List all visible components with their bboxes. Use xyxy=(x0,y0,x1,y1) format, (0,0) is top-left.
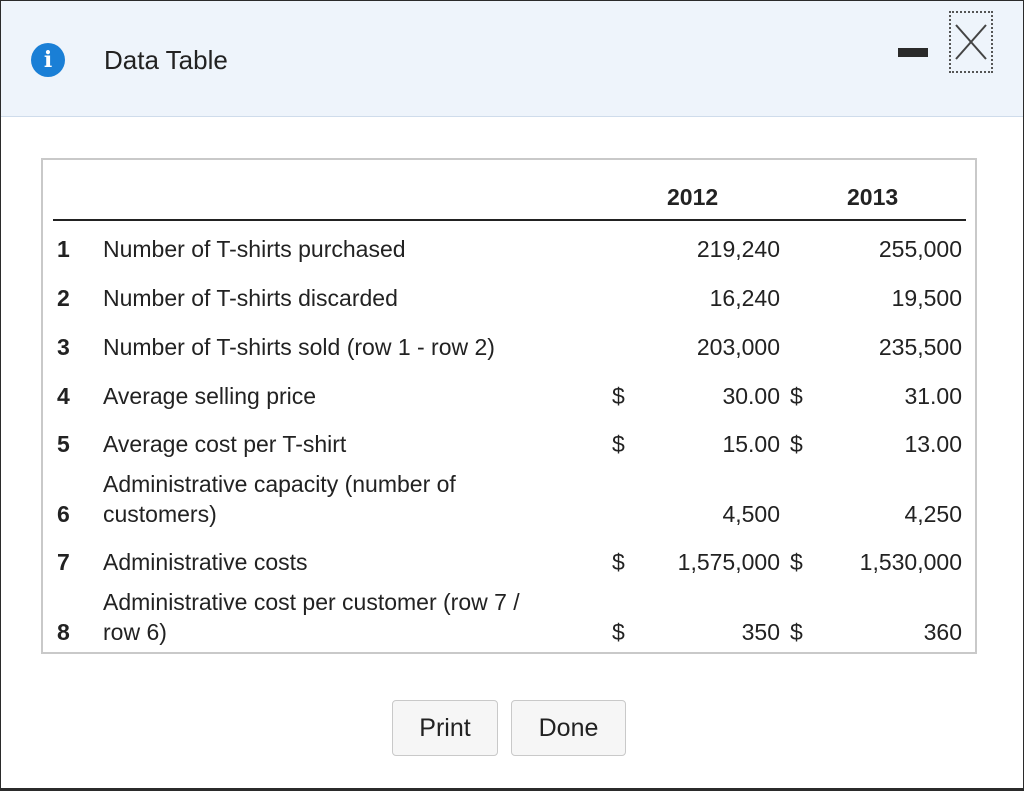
row-number: 6 xyxy=(57,501,70,527)
value-2013: 360 xyxy=(923,619,962,645)
row-label: Number of T-shirts discarded xyxy=(103,285,398,311)
dialog-titlebar: i Data Table xyxy=(1,1,1023,117)
currency-symbol-2013: $ xyxy=(790,431,803,457)
row-number: 4 xyxy=(57,383,70,409)
row-label: Number of T-shirts purchased xyxy=(103,236,406,262)
value-2013: 235,500 xyxy=(878,334,962,360)
currency-symbol-2013: $ xyxy=(790,549,803,575)
value-2012: 15.00 xyxy=(722,431,780,457)
row-label: Administrative costs xyxy=(103,549,308,575)
row-label: Administrative capacity (number of xyxy=(103,471,456,497)
currency-symbol-2012: $ xyxy=(612,431,625,457)
value-2012: 203,000 xyxy=(696,334,780,360)
value-2013: 13.00 xyxy=(904,431,962,457)
done-button[interactable]: Done xyxy=(511,700,626,756)
row-number: 3 xyxy=(57,334,70,360)
value-2013: 4,250 xyxy=(904,501,962,527)
row-number: 7 xyxy=(57,549,70,575)
value-2013: 255,000 xyxy=(878,236,962,262)
value-2012: 1,575,000 xyxy=(677,549,780,575)
currency-symbol-2013: $ xyxy=(790,619,803,645)
value-2012: 30.00 xyxy=(722,383,780,409)
value-2012: 16,240 xyxy=(709,285,780,311)
close-icon xyxy=(955,24,987,60)
row-label: row 6) xyxy=(103,619,167,645)
print-button[interactable]: Print xyxy=(392,700,498,756)
row-label: Administrative cost per customer (row 7 … xyxy=(103,589,520,615)
column-header-2012: 2012 xyxy=(667,184,719,210)
dialog-title: Data Table xyxy=(104,45,228,75)
value-2012: 350 xyxy=(741,619,780,645)
row-number: 8 xyxy=(57,619,70,645)
minimize-button[interactable] xyxy=(898,48,928,57)
row-number: 2 xyxy=(57,285,70,311)
row-label: Number of T-shirts sold (row 1 - row 2) xyxy=(103,334,495,360)
column-header-2013: 2013 xyxy=(847,184,899,210)
currency-symbol-2012: $ xyxy=(612,619,625,645)
value-2012: 219,240 xyxy=(696,236,780,262)
row-number: 1 xyxy=(57,236,70,262)
row-number: 5 xyxy=(57,431,70,457)
currency-symbol-2012: $ xyxy=(612,383,625,409)
value-2013: 31.00 xyxy=(904,383,962,409)
row-label: Average cost per T-shirt xyxy=(103,431,347,457)
value-2013: 1,530,000 xyxy=(859,549,962,575)
info-icon: i xyxy=(31,43,65,77)
value-2013: 19,500 xyxy=(891,285,962,311)
currency-symbol-2012: $ xyxy=(612,549,625,575)
row-label: Average selling price xyxy=(103,383,317,409)
currency-symbol-2013: $ xyxy=(790,383,803,409)
close-button[interactable] xyxy=(949,11,993,73)
header-divider xyxy=(53,219,966,221)
value-2012: 4,500 xyxy=(722,501,780,527)
row-label: customers) xyxy=(103,501,217,527)
